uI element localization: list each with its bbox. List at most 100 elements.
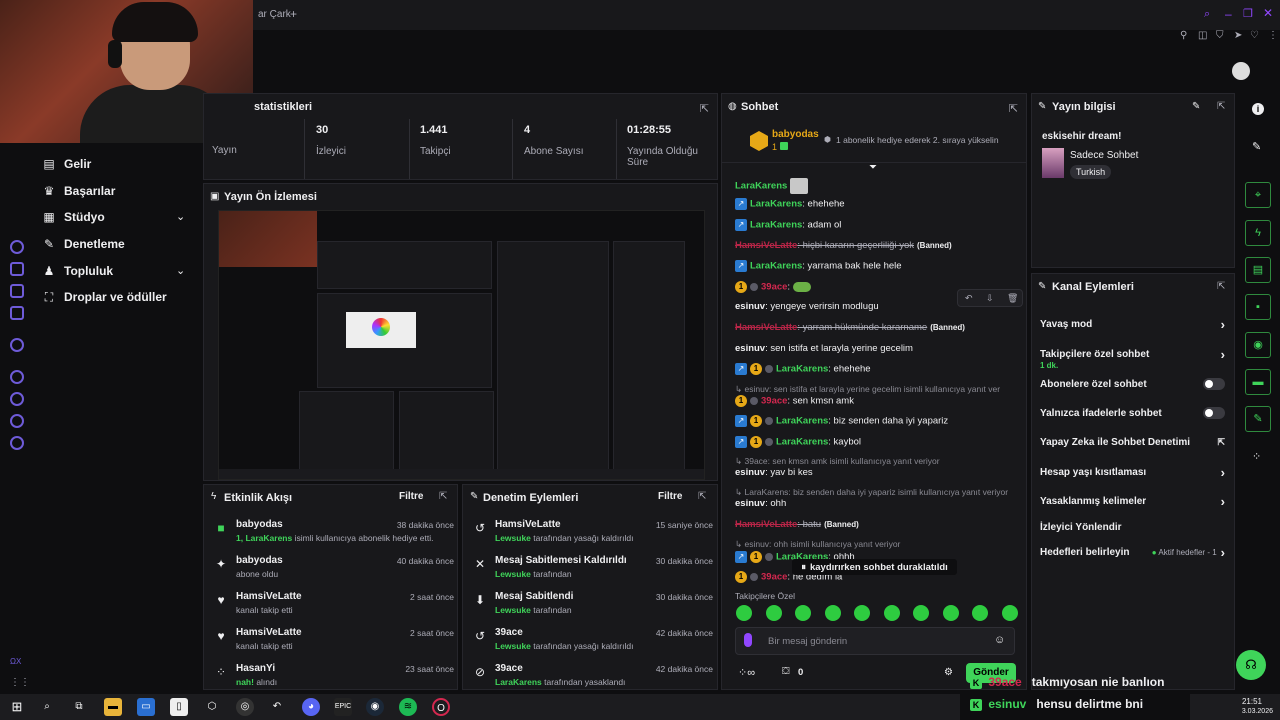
channel-action-row[interactable]: Hedefleri belirleyin ● Aktif hedefler - 1… [1040,542,1225,562]
feed-item-user-link[interactable]: Lewsuke [495,569,531,579]
chat-message[interactable]: ↳ esinuv: ohh isimli kullanıcıya yanıt v… [735,539,900,550]
chat-message[interactable]: esinuv: ohh [735,498,786,509]
feed-item-user-link[interactable]: 1, LaraKarens [236,533,292,543]
stream-category[interactable]: Sadece Sohbet [1070,150,1138,161]
chat-username[interactable]: HamsiVeLatte [735,519,797,530]
chat-username[interactable]: HamsiVeLatte [735,240,797,251]
chat-message[interactable]: HamsiVeLatte: hiçbi kararın geçerliliği … [735,240,952,251]
chat-message[interactable]: ↗ 1 LaraKarens: kaybol [735,436,861,448]
screenshot-button[interactable]: ⌖ [1245,182,1271,208]
chat-message[interactable]: ↗ LaraKarens: yarrama bak hele hele [735,260,902,272]
help-button[interactable]: ☊ [1236,650,1266,680]
chat-username[interactable]: LaraKarens [776,364,828,375]
pin-icon[interactable]: ⇩ [986,293,994,304]
heart-outline-icon[interactable]: ♡ [1250,30,1259,41]
external-link-icon[interactable]: ⇱ [1217,437,1225,448]
chevron-right-icon[interactable]: › [1221,494,1225,509]
leaderboard-banner[interactable]: babyodas 1 ⬢ 1 abonelik hediye ederek 2.… [722,121,1026,163]
chat-username[interactable]: LaraKarens [776,437,828,448]
emote-icon[interactable] [942,605,959,621]
send-icon[interactable]: ➤ [1234,30,1242,41]
chat-paused-banner[interactable]: ⏸ kaydırırken sohbet duraklatıldı [792,559,957,575]
stream-preview-video[interactable] [218,210,705,480]
spotify-icon[interactable]: ≋ [399,698,417,716]
file-explorer-icon[interactable]: ▬ [104,698,122,716]
shield-icon[interactable]: ⛉ [1216,30,1224,41]
emote-icon[interactable] [883,605,900,621]
chat-message[interactable]: HamsiVeLatte: yarram hükmünde kararname(… [735,322,965,333]
chat-username[interactable]: LaraKarens [750,220,802,231]
monitor-icon[interactable]: ▭ [137,698,155,716]
chevron-right-icon[interactable]: › [1221,545,1225,560]
feed-item[interactable]: ✦ babyodas abone oldu 40 dakika önce [214,555,454,591]
sidebar-item-studyo[interactable]: Stüdyo [64,207,105,227]
emote-icon[interactable] [1001,605,1018,621]
channel-action-row[interactable]: Yalnızca ifadelerle sohbet [1040,403,1225,423]
chat-username[interactable]: 39ace [761,282,787,293]
unity-icon[interactable]: ⬡ [203,698,221,716]
feed-item-user-link[interactable]: Lewsuke [495,641,531,651]
grid-icon[interactable]: ⋮⋮ [10,677,30,688]
popout-icon[interactable]: ⇱ [1009,102,1018,115]
feed-item-user-link[interactable]: Lewsuke [495,605,531,615]
chat-message[interactable]: esinuv: sen istifa et larayla yerine gec… [735,343,913,354]
channel-action-row[interactable]: Yapay Zeka ile Sohbet Denetimi ⇱ [1040,432,1225,452]
collapse-icon[interactable]: ⏷ [869,162,877,173]
feed-item[interactable]: ⬇ Mesaj Sabitlendi Lewsuke tarafından 30 da… [473,591,713,627]
chat-username[interactable]: LaraKarens [735,181,787,192]
chat-username[interactable]: esinuv [735,467,765,478]
channel-action-row[interactable]: Hesap yaşı kısıtlaması › [1040,462,1225,482]
mod-tool-button[interactable]: ✎ [1245,406,1271,432]
info-icon[interactable]: i [1252,103,1264,115]
rail-extension-icon[interactable] [10,306,24,320]
chat-message[interactable]: HamsiVeLatte: batu (Banned) [735,519,859,530]
popout-icon[interactable]: ⇱ [1217,101,1225,112]
gift-icon[interactable]: ⛋ [782,666,790,677]
pin-icon[interactable]: ⚲ [1180,30,1187,41]
rail-extension-icon[interactable] [10,338,24,352]
chat-message[interactable]: 1 39ace: [735,281,814,293]
rail-extension-icon[interactable] [10,392,24,406]
popout-icon[interactable]: ⇱ [700,102,709,115]
minimize-icon[interactable]: – [1225,7,1232,21]
rail-extension-icon[interactable] [10,262,24,276]
chat-username[interactable]: LaraKarens [750,261,802,272]
chat-username[interactable]: HamsiVeLatte [735,322,797,333]
more-icon[interactable]: ⋮ [1268,30,1278,41]
chat-username[interactable]: 39ace [761,396,787,407]
new-tab-button[interactable]: + [290,7,297,21]
chat-message[interactable]: ↗ LaraKarens: ehehehe [735,198,845,210]
document-icon[interactable]: ▯ [170,698,188,716]
rail-extension-icon[interactable] [10,240,24,254]
chevron-right-icon[interactable]: › [1221,465,1225,480]
feed-item-user-link[interactable]: Lewsuke [495,533,531,543]
popout-icon[interactable]: ⇱ [439,491,447,502]
emote-icon[interactable] [736,605,752,621]
raid-button[interactable]: ϟ [1245,220,1271,246]
toggle-switch[interactable] [1203,407,1225,419]
rail-extension-icon[interactable] [10,414,24,428]
chat-message[interactable]: ↗ 1 LaraKarens: ehehehe [735,363,871,375]
chevron-down-icon[interactable]: ⌄ [176,264,185,277]
ad-button[interactable]: ▬ [1245,369,1271,395]
feed-item[interactable]: ✕ Mesaj Sabitlemesi Kaldırıldı Lewsuke tar… [473,555,713,591]
channel-action-row[interactable]: İzleyici Yönlendir [1040,517,1225,537]
channel-action-row[interactable]: Abonelere özel sohbet [1040,374,1225,394]
category-boxart[interactable] [1042,148,1064,178]
channel-action-row[interactable]: Yasaklanmış kelimeler › [1040,491,1225,511]
rail-extension-icon[interactable] [10,370,24,384]
epic-games-icon[interactable]: EPIC [334,698,352,716]
chat-message[interactable]: ↗ LaraKarens: adam ol [735,219,841,231]
search-icon[interactable]: ⌕ [1204,8,1210,21]
toggle-switch[interactable] [1203,378,1225,390]
chat-message[interactable]: ↳ esinuv: sen istifa et larayla yerine g… [735,384,1000,395]
emote-icon[interactable] [795,605,811,621]
chevron-down-icon[interactable]: ⌄ [176,210,185,223]
chat-username[interactable]: LaraKarens [776,416,828,427]
broadcast-button[interactable]: ◉ [1245,332,1271,358]
chevron-right-icon[interactable]: › [1221,317,1225,332]
edit-icon[interactable]: ✎ [1192,101,1200,112]
channel-points-icon[interactable]: ⁘∞ [738,666,755,679]
feed-item[interactable]: ↺ 39ace Lewsuke tarafından yasağı kaldırıl… [473,627,713,663]
chat-bubble-button[interactable]: ▪ [1245,294,1271,320]
